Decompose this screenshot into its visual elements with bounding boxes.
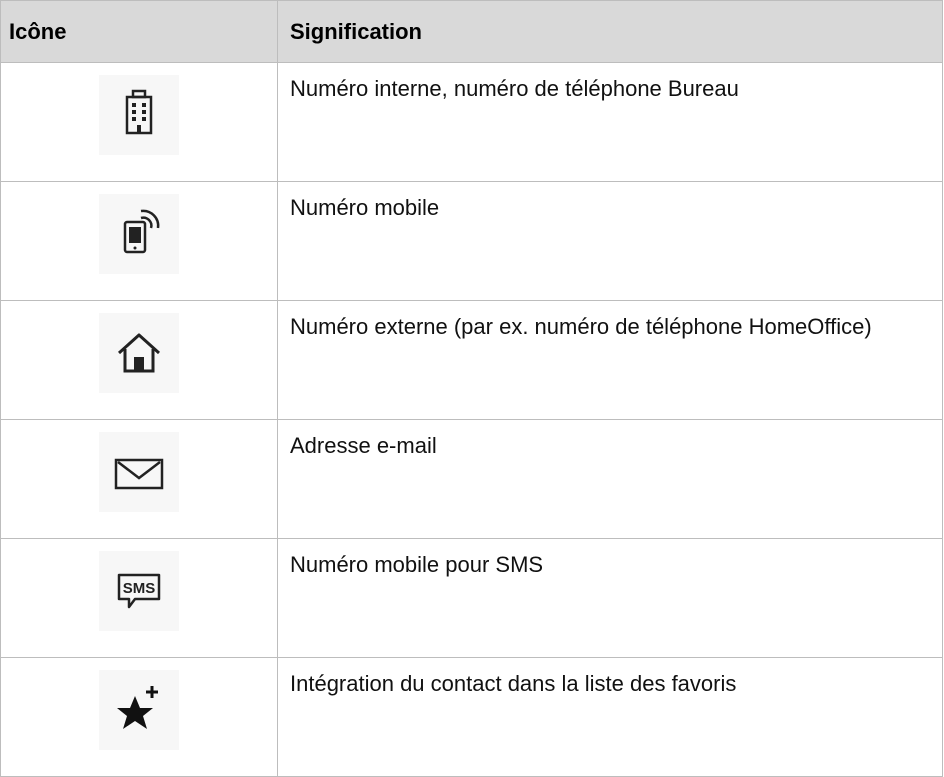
icon-cell [0,62,278,182]
icon-cell [0,300,278,420]
meaning-cell: Numéro interne, numéro de téléphone Bure… [277,62,943,182]
sms-icon-label: SMS [123,580,156,597]
column-header-icon: Icône [0,0,278,63]
meaning-cell: Numéro mobile [277,181,943,301]
office-building-icon [99,75,179,155]
meaning-cell: Intégration du contact dans la liste des… [277,657,943,777]
meaning-cell: Adresse e-mail [277,419,943,539]
table-row: Intégration du contact dans la liste des… [0,657,943,777]
column-header-meaning: Signification [277,0,943,63]
meaning-cell: Numéro mobile pour SMS [277,538,943,658]
table-row: Adresse e-mail [0,419,943,539]
home-icon [99,313,179,393]
star-plus-icon [99,670,179,750]
table-row: SMS Numéro mobile pour SMS [0,538,943,658]
icon-cell [0,419,278,539]
envelope-icon [99,432,179,512]
table-row: Numéro externe (par ex. numéro de téléph… [0,300,943,420]
table-row: Numéro mobile [0,181,943,301]
table-row: Numéro interne, numéro de téléphone Bure… [0,62,943,182]
mobile-phone-icon [99,194,179,274]
icon-cell [0,657,278,777]
meaning-cell: Numéro externe (par ex. numéro de téléph… [277,300,943,420]
table-header-row: Icône Signification [0,0,943,63]
icon-meaning-table: Icône Signification Numéro interne, numé… [0,0,943,777]
sms-icon: SMS [99,551,179,631]
icon-cell: SMS [0,538,278,658]
icon-cell [0,181,278,301]
